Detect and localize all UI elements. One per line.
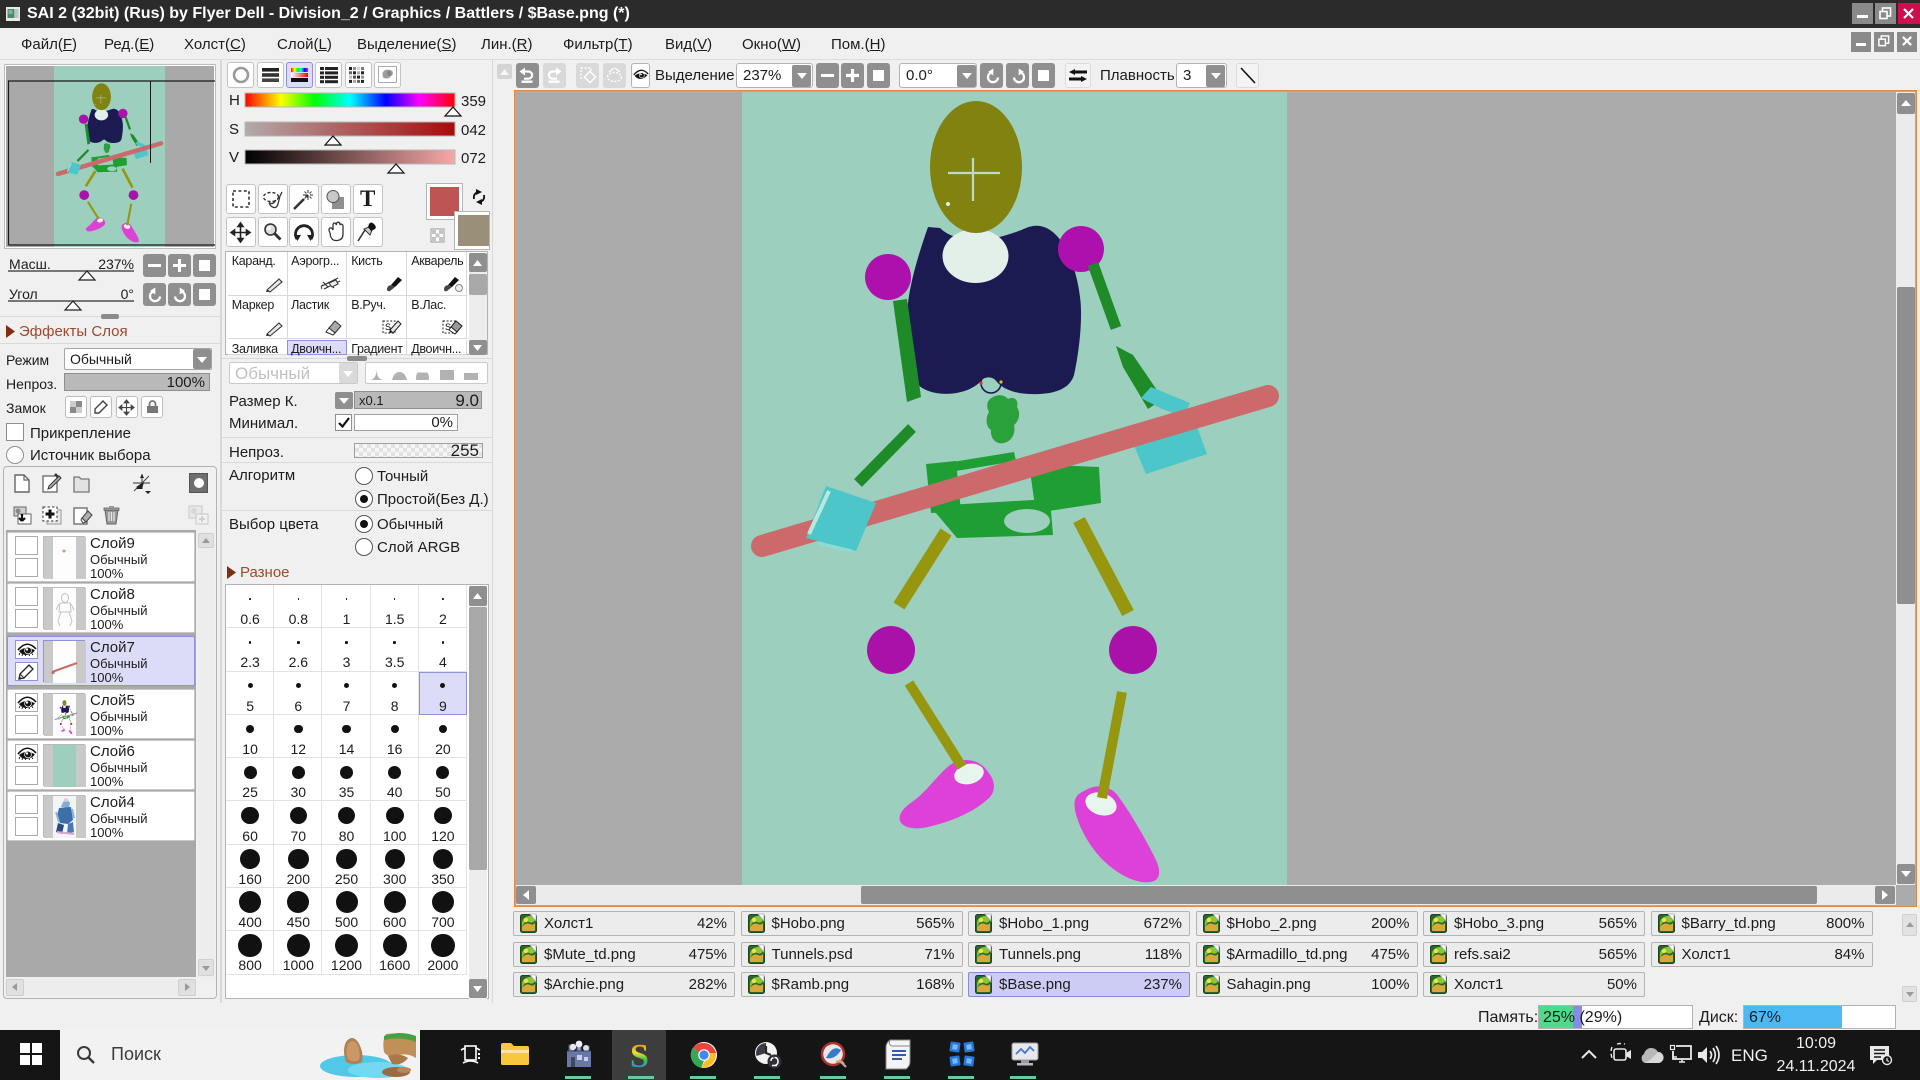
svg-text:S: S <box>630 1038 649 1075</box>
